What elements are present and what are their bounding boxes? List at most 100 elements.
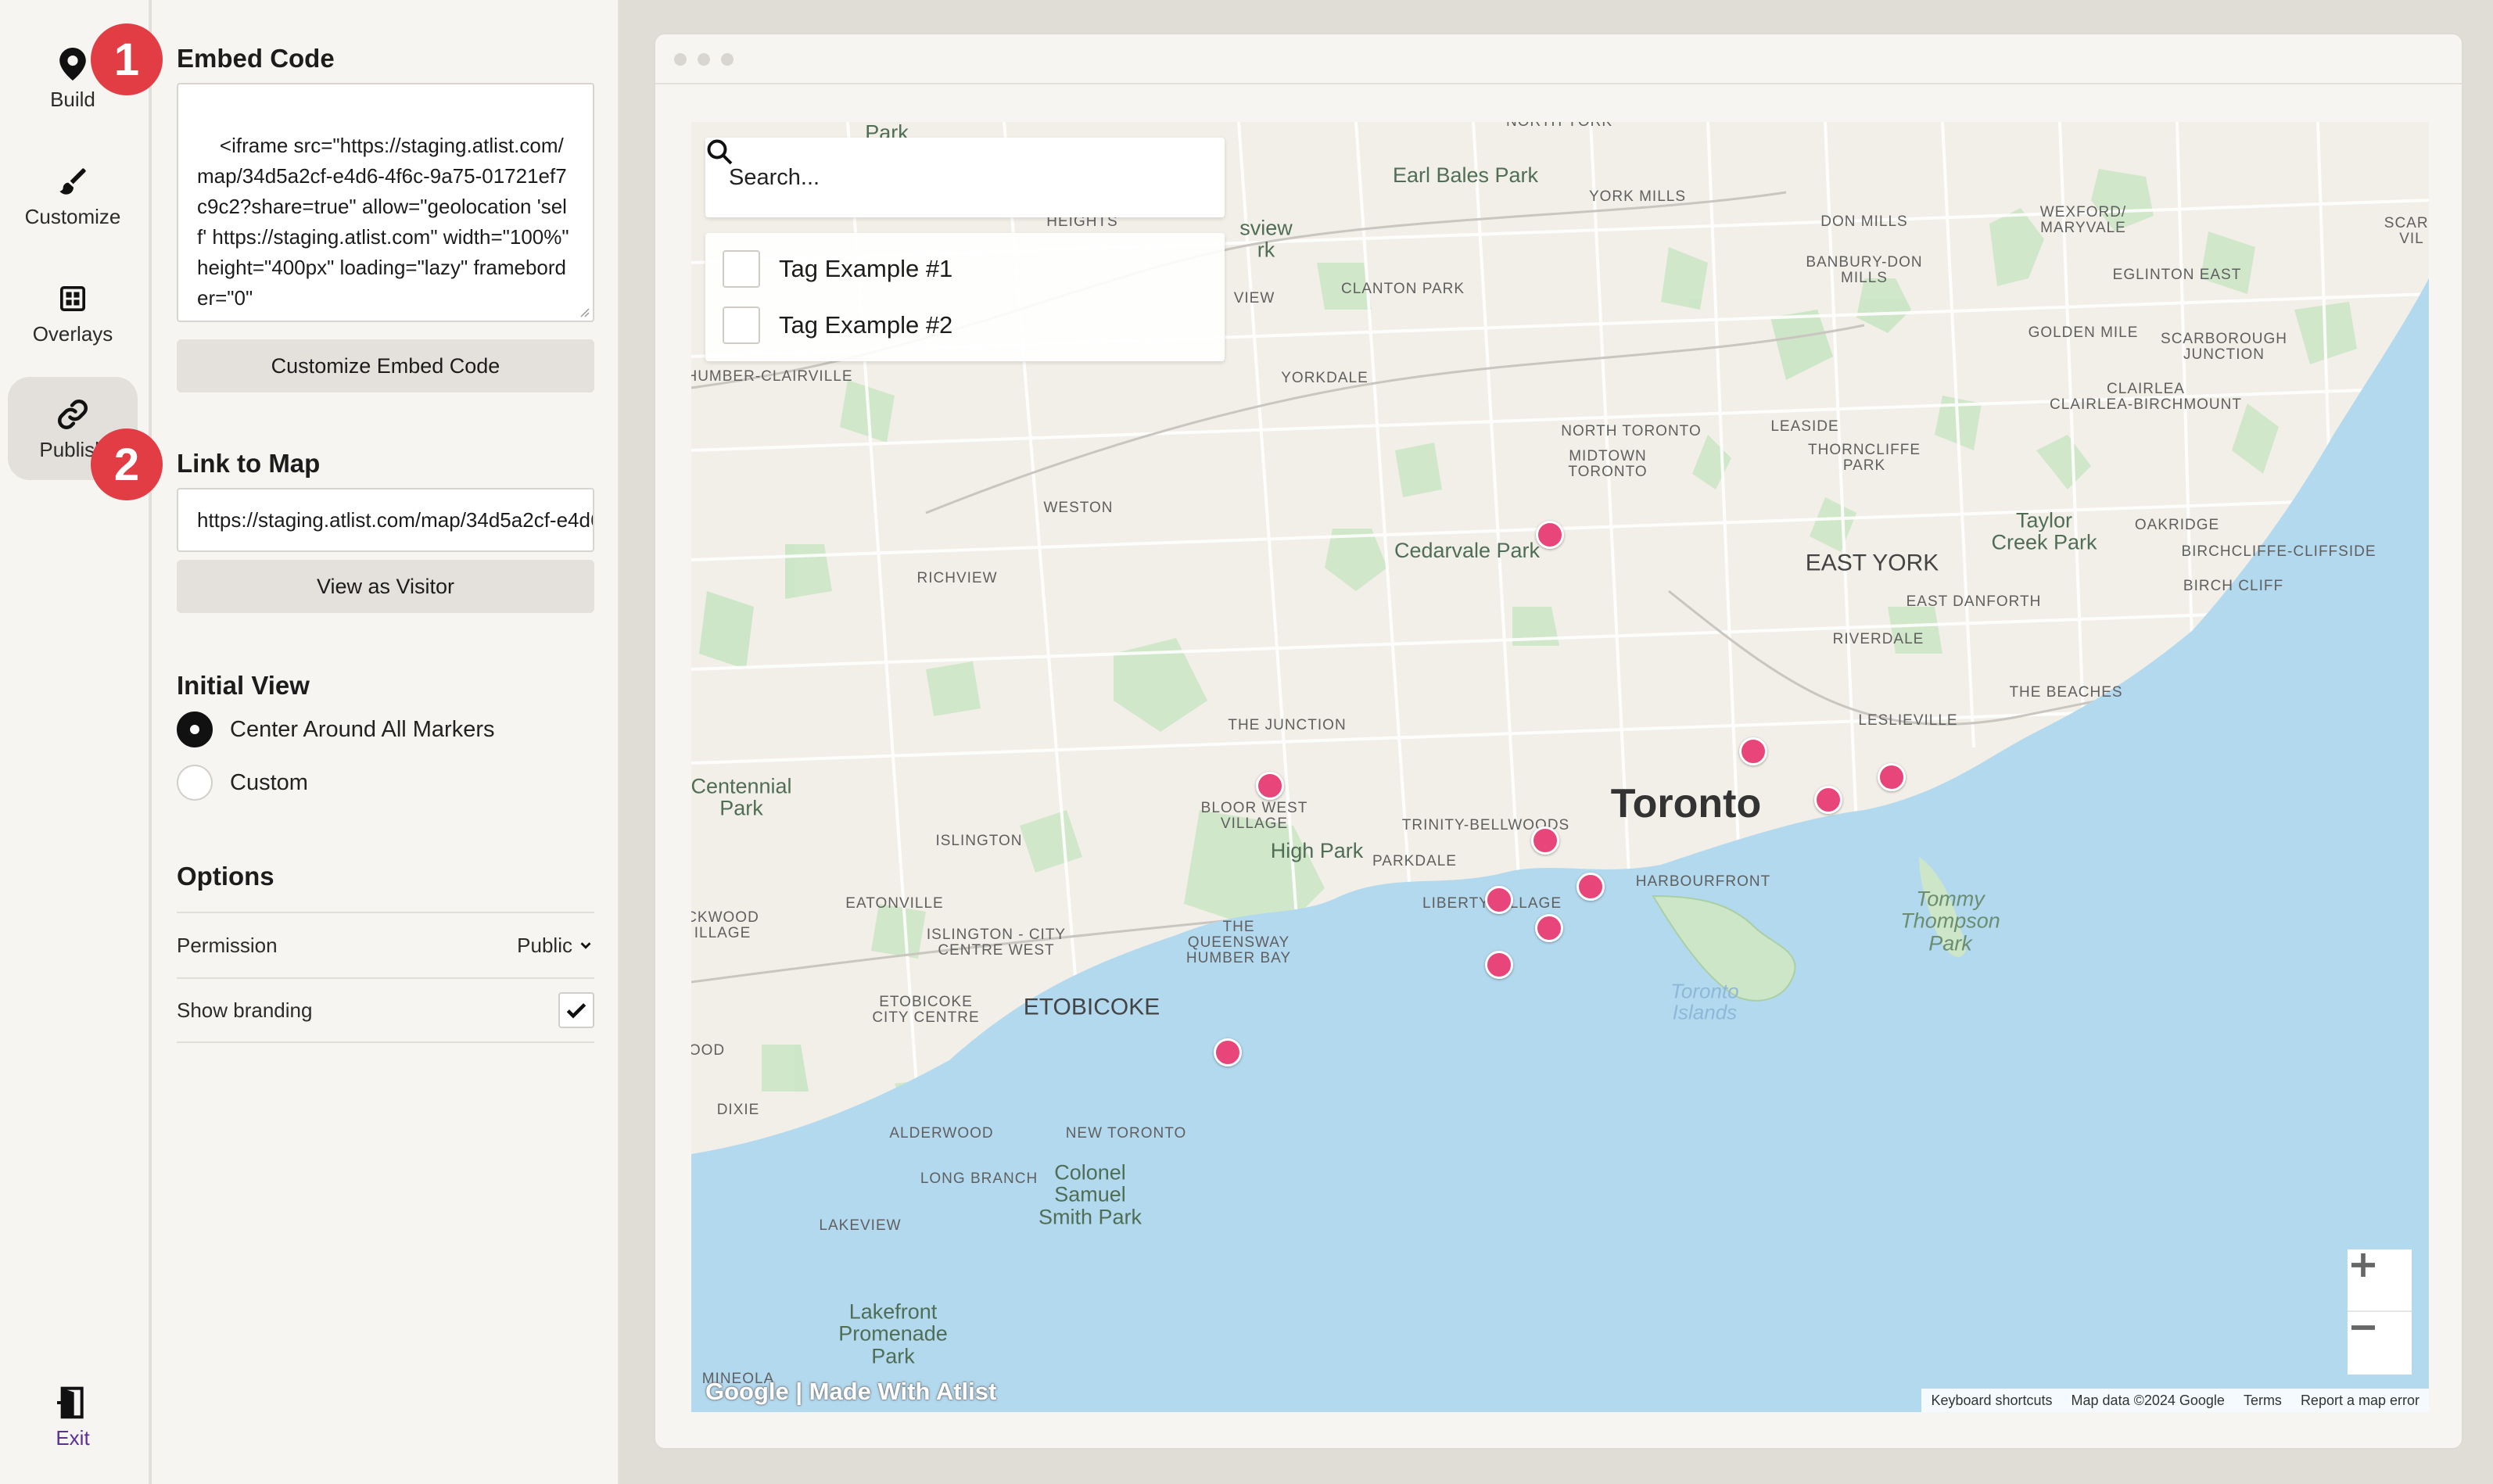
map-marker[interactable]	[1484, 885, 1513, 914]
nav-rail: Build Customize Overlays Publish Exit	[0, 0, 150, 1484]
customize-embed-code-button[interactable]: Customize Embed Code	[177, 339, 594, 393]
permission-value: Public	[517, 933, 572, 957]
view-as-visitor-button[interactable]: View as Visitor	[177, 560, 594, 613]
map-place-label: LESLIEVILLE	[1858, 712, 1958, 729]
map-marker[interactable]	[1576, 872, 1605, 901]
map-place-label: sview rk	[1239, 216, 1293, 262]
map-place-label: SCARB VIL	[2384, 215, 2429, 247]
map-place-label: Toronto Islands	[1670, 979, 1739, 1024]
radio-button-selected[interactable]	[177, 712, 213, 747]
nav-customize[interactable]: Customize	[8, 144, 138, 247]
zoom-out-button[interactable]	[2348, 1312, 2412, 1375]
nav-overlays[interactable]: Overlays	[8, 261, 138, 364]
map-place-label: PARKDALE	[1372, 853, 1457, 870]
map-place-label: EAST YORK	[1805, 550, 1939, 576]
checkmark-icon	[566, 1003, 586, 1019]
nav-overlays-label: Overlays	[32, 321, 113, 346]
map-link-field[interactable]: https://staging.atlist.com/map/34d5a2cf-…	[177, 488, 594, 552]
radio-custom[interactable]: Custom	[177, 765, 308, 801]
link-to-map-title: Link to Map	[177, 449, 321, 478]
city-label: Toronto	[1610, 781, 1762, 826]
map-canvas[interactable]: NORTH YORK Earl Bales Park YORK MILLS WEXFO…	[691, 122, 2429, 1412]
map-marker[interactable]	[1536, 520, 1565, 549]
exit-door-icon	[54, 1384, 91, 1421]
chevron-down-icon	[580, 942, 591, 949]
tag-filter-item[interactable]: Tag Example #1	[723, 250, 952, 288]
nav-exit-label: Exit	[56, 1425, 90, 1450]
map-place-label: NEW TORONTO	[1065, 1125, 1187, 1142]
nav-exit[interactable]: Exit	[8, 1365, 138, 1468]
map-place-label: ISLINGTON - CITY CENTRE WEST	[926, 927, 1067, 959]
map-place-label: Lakefront Promenade Park	[838, 1299, 948, 1368]
map-place-label: LONG BRANCH	[920, 1170, 1038, 1188]
map-marker[interactable]	[1738, 737, 1767, 765]
radio-button[interactable]	[177, 765, 213, 801]
map-place-label: EAST DANFORTH	[1906, 593, 2042, 611]
map-place-label: CLANTON PARK	[1340, 281, 1465, 298]
map-search-input[interactable]	[727, 163, 1203, 192]
map-place-label: Tommy Thompson Park	[1900, 887, 2000, 955]
map-place-label: HUMBER-CLAIRVILLE	[691, 368, 853, 385]
options-title: Options	[177, 862, 274, 891]
map-place-label: Earl Bales Park	[1392, 163, 1539, 187]
map-place-label: Cedarvale Park	[1394, 538, 1541, 562]
map-place-label: RIVERDALE	[1832, 631, 1924, 648]
map-place-label: BLOOR WEST VILLAGE	[1200, 800, 1308, 832]
radio-custom-label: Custom	[230, 769, 308, 795]
map-marker[interactable]	[1530, 826, 1559, 855]
map-marker[interactable]	[1878, 762, 1906, 791]
map-search-box[interactable]	[705, 138, 1225, 217]
keyboard-shortcuts-link[interactable]: Keyboard shortcuts	[1921, 1393, 2061, 1409]
map-place-label: ETOBICOKE	[1023, 994, 1160, 1020]
overlays-icon	[54, 280, 91, 317]
radio-center-all-markers[interactable]: Center Around All Markers	[177, 712, 494, 747]
show-branding-row: Show branding	[177, 977, 594, 1043]
tag-checkbox[interactable]	[723, 250, 760, 288]
map-place-label: THORNCLIFFE PARK	[1808, 442, 1921, 474]
nav-customize-label: Customize	[24, 204, 121, 228]
search-icon[interactable]	[705, 138, 734, 166]
map-place-label: ETOBICOKE CITY CENTRE	[872, 994, 980, 1026]
step-badge-2: 2	[91, 428, 163, 500]
paint-brush-icon	[54, 163, 91, 200]
map-branding[interactable]: Google | Made With Atlist	[705, 1378, 996, 1406]
show-branding-checkbox[interactable]	[558, 992, 594, 1028]
settings-panel: Embed Code <iframe src="https://staging.…	[152, 0, 619, 1484]
map-place-label: CKWOOD ILLAGE	[691, 909, 759, 941]
map-place-label: BIRCHCLIFFE-CLIFFSIDE	[2181, 543, 2376, 561]
map-attribution-bar: Keyboard shortcuts Map data ©2024 Google…	[1921, 1389, 2429, 1412]
plus-icon	[2351, 1253, 2375, 1277]
terms-link[interactable]: Terms	[2234, 1393, 2291, 1409]
map-marker[interactable]	[1813, 785, 1842, 814]
map-marker[interactable]	[1213, 1038, 1242, 1066]
map-marker[interactable]	[1484, 951, 1513, 980]
permission-select[interactable]: Public	[517, 934, 594, 958]
map-place-label: EGLINTON EAST	[2112, 267, 2242, 284]
map-place-label: OOD	[691, 1042, 726, 1059]
map-place-label: MIDTOWN TORONTO	[1568, 448, 1648, 480]
map-marker[interactable]	[1534, 914, 1563, 943]
map-place-label: ISLINGTON	[935, 833, 1023, 850]
permission-row: Permission Public	[177, 912, 594, 977]
report-error-link[interactable]: Report a map error	[2291, 1393, 2429, 1409]
zoom-in-button[interactable]	[2348, 1249, 2412, 1312]
window-dot	[698, 53, 710, 66]
embed-code-textarea[interactable]: <iframe src="https://staging.atlist.com/…	[177, 83, 594, 322]
window-dot	[721, 53, 734, 66]
embed-code-text: <iframe src="https://staging.atlist.com/…	[197, 134, 575, 310]
map-place-label: WESTON	[1043, 500, 1114, 517]
initial-view-title: Initial View	[177, 671, 310, 700]
map-place-label: DON MILLS	[1820, 213, 1908, 231]
permission-label: Permission	[177, 933, 278, 957]
tag-filter-list: Tag Example #1 Tag Example #2	[705, 233, 1225, 361]
resize-grip-icon[interactable]	[577, 305, 590, 317]
map-place-label: THE JUNCTION	[1228, 717, 1347, 734]
tag-filter-item[interactable]: Tag Example #2	[723, 306, 952, 344]
radio-center-label: Center Around All Markers	[230, 716, 495, 742]
map-place-label: NORTH YORK	[1506, 122, 1612, 130]
show-branding-label: Show branding	[177, 998, 313, 1022]
map-place-label: THE QUEENSWAY HUMBER BAY	[1186, 919, 1292, 966]
map-place-label: YORK MILLS	[1588, 188, 1687, 206]
tag-checkbox[interactable]	[723, 306, 760, 344]
map-place-label: BANBURY-DON MILLS	[1806, 254, 1923, 286]
